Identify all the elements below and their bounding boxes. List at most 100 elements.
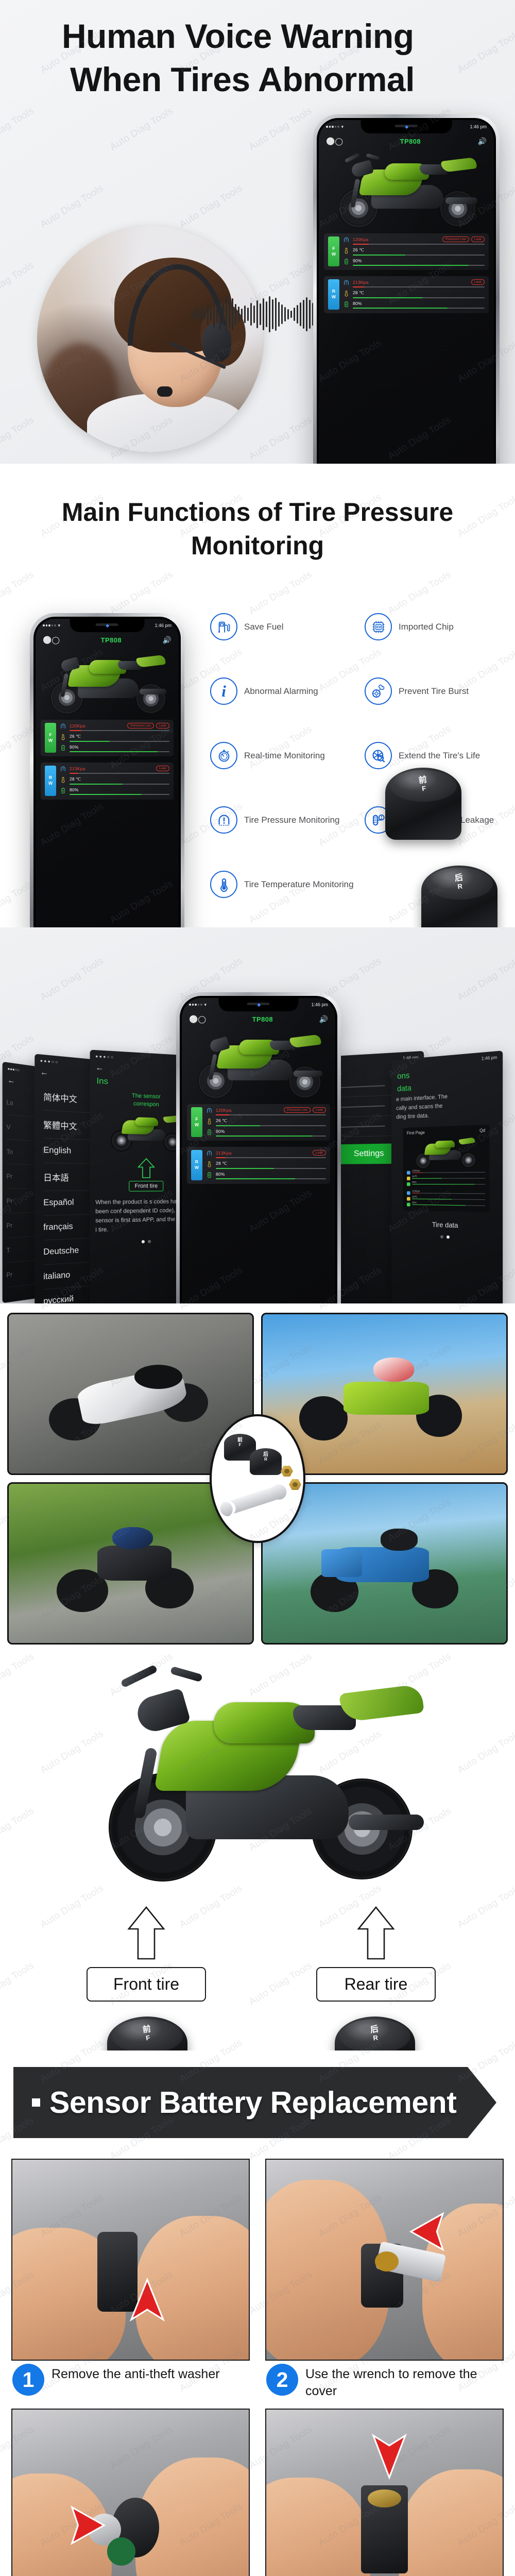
tire-pressure-icon bbox=[60, 766, 66, 774]
waveform-bar bbox=[300, 302, 301, 326]
mini-metric-icon bbox=[406, 1182, 410, 1187]
thermometer-icon bbox=[343, 290, 350, 298]
tire-card[interactable]: F W 120Kpa Pressure Low Leak 26 ℃ 90% bbox=[41, 720, 174, 757]
rear-wheel bbox=[135, 683, 166, 714]
metric-row-pressure: 213Kpa Leak bbox=[60, 766, 169, 774]
kit-sensor-rear: 后 R bbox=[250, 1448, 282, 1475]
mini-header-right: Qd bbox=[479, 1128, 486, 1133]
bike-silhouette bbox=[38, 1525, 223, 1617]
thermometer-icon bbox=[60, 776, 66, 785]
function-item-extend-the-tire-s-life[interactable]: Extend the Tire's Life bbox=[365, 742, 504, 769]
function-item-imported-chip[interactable]: Imported Chip bbox=[365, 613, 504, 640]
function-label: Extend the Tire's Life bbox=[399, 750, 480, 760]
panel-instructions-help[interactable]: 1:46 pm ons data e main interface. The c… bbox=[391, 1050, 503, 1303]
function-item-tire-temperature-monitoring[interactable]: Tire Temperature Monitoring bbox=[210, 871, 354, 898]
fuel-tank bbox=[435, 1140, 455, 1148]
mini-header-left: First Page bbox=[406, 1130, 425, 1136]
kit-front-en: F bbox=[238, 1443, 242, 1448]
metric-row-pressure: 120Kpa Pressure Low Leak bbox=[343, 236, 485, 245]
metric-bar-fill bbox=[70, 751, 158, 752]
tire-card[interactable]: R W 213Kpa Leak 28 ℃ 80% bbox=[324, 276, 489, 313]
waveform-bar bbox=[284, 307, 286, 321]
metric-top: 80% bbox=[216, 1172, 326, 1177]
metric-top: 213Kpa Leak bbox=[353, 279, 485, 285]
tire-card[interactable]: R W 213Kpa Leak 28 ℃ 80% bbox=[187, 1147, 330, 1184]
brass-nut-2 bbox=[289, 1479, 301, 1490]
function-item-save-fuel[interactable]: Save Fuel bbox=[210, 613, 349, 640]
metric-body: 120Kpa Pressure Low Leak bbox=[353, 236, 485, 245]
waveform-bar bbox=[232, 298, 233, 330]
function-item-tire-pressure-monitoring[interactable]: Tire Pressure Monitoring bbox=[210, 806, 349, 834]
motorcycle-icon[interactable]: ⚪◯ bbox=[189, 1015, 206, 1023]
exhaust bbox=[445, 197, 477, 204]
metric-body: 213Kpa Leak bbox=[70, 766, 169, 774]
metric-bar bbox=[216, 1178, 326, 1180]
waveform-bar bbox=[238, 307, 239, 322]
signal-dots: ● ● ● ○ ○ bbox=[95, 1054, 114, 1060]
tire-position-tag: FW bbox=[328, 236, 339, 267]
tire-position-tag: FW bbox=[45, 723, 56, 753]
status-badge: Leak bbox=[156, 723, 169, 728]
speaker-icon[interactable]: 🔊 bbox=[319, 1015, 328, 1023]
waveform-bar bbox=[210, 308, 212, 321]
motorcycle-illustration bbox=[43, 651, 171, 716]
battery-icon bbox=[60, 744, 66, 753]
motorcycle-icon[interactable]: ⚪◯ bbox=[326, 138, 343, 145]
metric-body: 90% bbox=[353, 258, 485, 266]
motorcycle-icon[interactable]: ⚪◯ bbox=[43, 636, 60, 643]
wifi-icon: ▾ bbox=[341, 124, 344, 129]
metric-bar bbox=[216, 1136, 326, 1137]
mini-metric-bar: 213Kpa bbox=[412, 1190, 486, 1194]
function-item-real-time-monitoring[interactable]: Real-time Monitoring bbox=[210, 742, 349, 769]
tire-card[interactable]: R W 213Kpa Leak 28 ℃ 80% bbox=[41, 762, 174, 800]
information-icon: i bbox=[210, 677, 237, 705]
hero-section: Human Voice Warning When Tires Abnormal bbox=[0, 0, 515, 464]
mini-metric-row: 80% bbox=[406, 1201, 486, 1209]
metric-row-pressure: 213Kpa Leak bbox=[343, 279, 485, 287]
phone-mockup-main: ▾ ◆ 1:46 pm ⚪◯ TP808 🔊 F W 120Kpa Pressu… bbox=[176, 992, 341, 1303]
mini-app-preview: First Page Qd 120Kpa 26℃ 90% 213Kpa 28℃ 80% bbox=[403, 1124, 490, 1212]
tire-pressure-warning-icon bbox=[210, 806, 237, 834]
functions-heading-line2: Monitoring bbox=[191, 531, 324, 560]
product-listing-page: Human Voice Warning When Tires Abnormal bbox=[0, 0, 515, 2576]
metric-value: 26 ℃ bbox=[216, 1118, 228, 1124]
app-title: TP808 bbox=[252, 1015, 273, 1023]
function-label: Tire Pressure Monitoring bbox=[244, 815, 340, 825]
kit-sensor-front-label: 前 F bbox=[224, 1437, 256, 1448]
tire-card[interactable]: F W 120Kpa Pressure Low Leak 26 ℃ 90% bbox=[324, 233, 489, 270]
mini-metric-bar: 28℃ bbox=[412, 1195, 486, 1200]
status-bar-time: 1:46 pm bbox=[470, 124, 487, 129]
metric-body: 90% bbox=[216, 1129, 326, 1137]
tag-char: F bbox=[195, 1116, 198, 1122]
front-tire-label: Front tire bbox=[87, 1967, 206, 2002]
banner-title: Sensor Battery Replacement bbox=[49, 2086, 457, 2120]
mini-metric-value: 120Kpa bbox=[412, 1169, 420, 1172]
speaker-icon[interactable]: 🔊 bbox=[163, 636, 171, 643]
bike-silhouette bbox=[38, 1355, 223, 1448]
metric-bar-fill bbox=[70, 773, 79, 774]
step-image bbox=[265, 2159, 504, 2361]
tire-position-tag: FW bbox=[191, 1107, 202, 1138]
function-item-abnormal-alarming[interactable]: i Abnormal Alarming bbox=[210, 677, 349, 705]
metric-bar bbox=[70, 784, 169, 785]
application-gallery-section: 前 F 后 R bbox=[0, 1303, 515, 1654]
metric-body: 80% bbox=[216, 1172, 326, 1180]
function-item-prevent-tire-burst[interactable]: Prevent Tire Burst bbox=[365, 677, 504, 705]
metric-bar bbox=[353, 244, 485, 245]
step-1: 1 Remove the anti-theft washer bbox=[11, 2159, 250, 2399]
metric-bar-fill bbox=[353, 255, 406, 256]
metric-value: 90% bbox=[216, 1129, 225, 1134]
motorcycle-illustration bbox=[190, 1030, 328, 1100]
function-label: Save Fuel bbox=[244, 621, 284, 632]
metric-top: 90% bbox=[70, 744, 169, 750]
tire-card[interactable]: F W 120Kpa Pressure Low Leak 26 ℃ 90% bbox=[187, 1104, 330, 1141]
metric-body: 213Kpa Leak bbox=[353, 279, 485, 287]
metric-row-temperature: 28 ℃ bbox=[343, 290, 485, 298]
mini-metric-value: 28℃ bbox=[412, 1195, 417, 1198]
motorcycle-illustration bbox=[412, 1136, 479, 1170]
thermometer-icon bbox=[343, 247, 350, 256]
metric-bar-fill bbox=[70, 794, 142, 795]
metric-bar-fill bbox=[216, 1168, 274, 1169]
metric-bar bbox=[353, 308, 485, 309]
speaker-icon[interactable]: 🔊 bbox=[478, 138, 487, 145]
